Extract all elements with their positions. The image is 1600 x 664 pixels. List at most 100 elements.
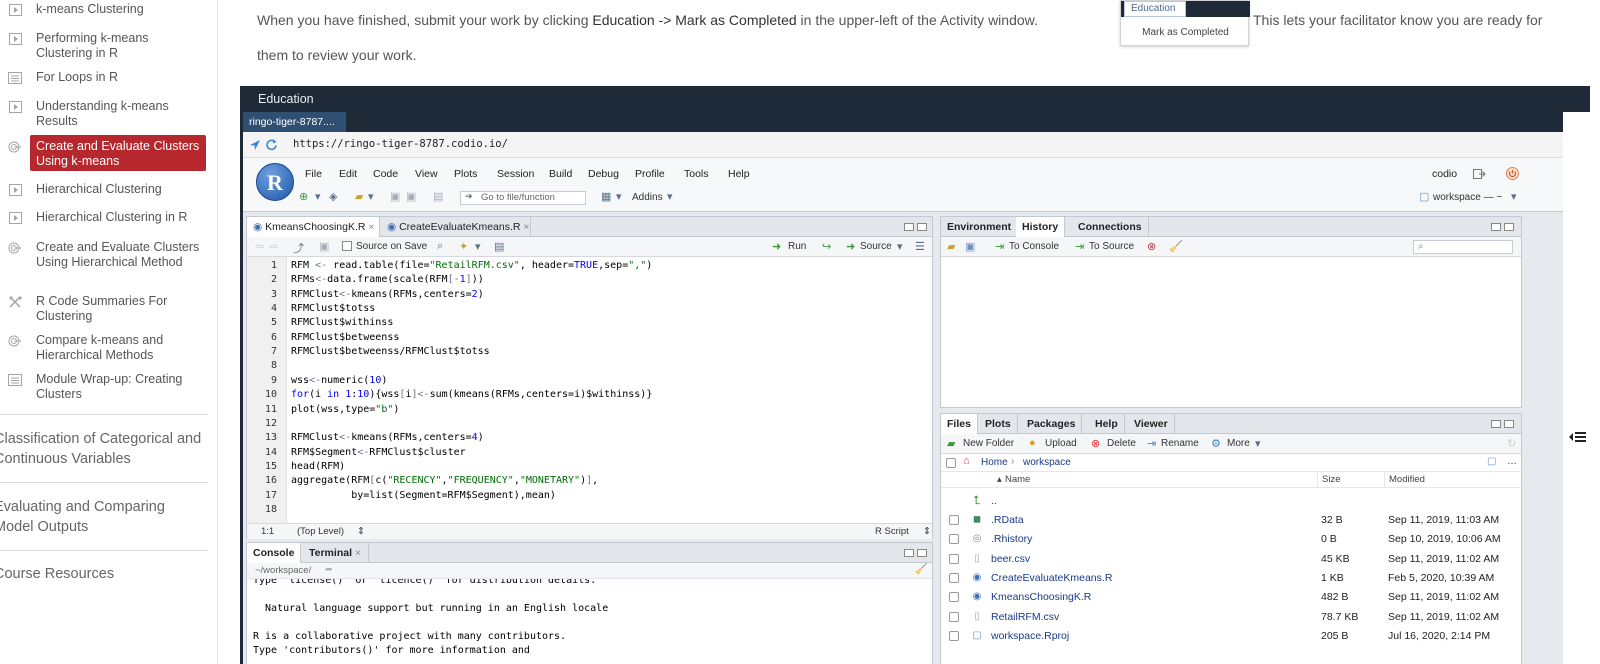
dropdown-caret-icon[interactable]: ▾ (1511, 190, 1517, 203)
go-to-file-input[interactable]: Go to file/function (460, 191, 586, 205)
save-icon[interactable]: ▣ (319, 240, 329, 253)
refresh-icon[interactable] (265, 138, 278, 151)
new-file-icon[interactable]: ⊕ (299, 190, 308, 203)
remove-entry-icon[interactable]: ⊗ (1147, 240, 1156, 253)
more-button[interactable]: More (1227, 438, 1250, 449)
sidebar-item-module-wrapup[interactable]: Module Wrap-up: Creating Clusters (0, 372, 217, 402)
filetype-selector[interactable]: R Script (875, 526, 909, 537)
menu-session[interactable]: Session (497, 168, 534, 180)
maximize-pane-icon[interactable] (1504, 223, 1514, 231)
rename-button[interactable]: Rename (1161, 438, 1199, 449)
tab-plots[interactable]: Plots (979, 414, 1018, 434)
file-checkbox[interactable] (949, 630, 959, 641)
outline-icon[interactable]: ☰ (915, 240, 925, 253)
close-icon[interactable]: × (368, 221, 374, 233)
project-icon[interactable]: ▢ (1487, 456, 1496, 467)
file-checkbox[interactable] (949, 572, 959, 583)
column-size[interactable]: Size (1322, 474, 1340, 485)
breadcrumb-current[interactable]: workspace (1023, 457, 1071, 468)
addins-menu[interactable]: Addins (632, 192, 663, 203)
menu-help[interactable]: Help (728, 168, 750, 180)
file-row[interactable]: ◉ KmeansChoosingK.R 482 B Sep 11, 2019, 11:… (941, 588, 1521, 607)
sidebar-item-for-loops[interactable]: For Loops in R (0, 70, 217, 86)
upload-button[interactable]: Upload (1045, 438, 1077, 449)
show-in-window-icon[interactable]: ⤴ (293, 240, 304, 256)
power-icon[interactable] (1506, 167, 1519, 180)
tab-viewer[interactable]: Viewer (1128, 414, 1175, 434)
file-checkbox[interactable] (949, 611, 959, 622)
source-on-save-checkbox[interactable] (342, 241, 352, 251)
menu-debug[interactable]: Debug (588, 168, 619, 180)
menu-build[interactable]: Build (549, 168, 572, 180)
menu-edit[interactable]: Edit (339, 168, 357, 180)
minimize-pane-icon[interactable] (904, 549, 914, 557)
menu-view[interactable]: View (415, 168, 438, 180)
file-name-link[interactable]: KmeansChoosingK.R (991, 591, 1091, 603)
compile-report-icon[interactable]: ▤ (494, 240, 504, 253)
parent-dir-link[interactable]: .. (991, 495, 997, 507)
sidebar-item-performing-kmeans[interactable]: Performing k-means Clustering in R (0, 31, 217, 61)
minimize-pane-icon[interactable] (904, 223, 914, 231)
tab-packages[interactable]: Packages (1021, 414, 1083, 434)
dropdown-caret-icon[interactable]: ▾ (1255, 437, 1261, 450)
broom-icon[interactable]: 🧹 (1169, 240, 1183, 253)
column-name[interactable]: Name (1005, 474, 1030, 485)
file-row[interactable]: ◉ CreateEvaluateKmeans.R 1 KB Feb 5, 2020, … (941, 569, 1521, 588)
history-search-input[interactable]: ⌕ (1413, 240, 1513, 254)
file-checkbox[interactable] (949, 534, 959, 545)
file-name-link[interactable]: beer.csv (991, 553, 1030, 565)
menu-icon[interactable] (1569, 430, 1587, 444)
back-icon[interactable]: ⇦ (255, 240, 264, 253)
menu-profile[interactable]: Profile (635, 168, 665, 180)
print-icon[interactable]: ▤ (433, 190, 443, 203)
tab-help[interactable]: Help (1089, 414, 1125, 434)
menu-code[interactable]: Code (373, 168, 398, 180)
section-course-resources[interactable]: Course Resources (0, 564, 204, 584)
save-history-icon[interactable]: ▣ (965, 240, 975, 253)
new-project-icon[interactable]: ◈ (329, 190, 337, 203)
maximize-pane-icon[interactable] (1504, 420, 1514, 428)
code-editor[interactable]: 1 2 3 4 5 6 7 8 9 10 11 12 13 14 15 16 17 18 RFM <- read.… (247, 257, 932, 523)
broom-icon[interactable]: 🧹 (915, 564, 927, 575)
file-row[interactable]: ▢ workspace.Rproj 205 B Jul 16, 2020, 2:14 … (941, 627, 1521, 646)
sidebar-item-create-evaluate-kmeans[interactable]: Create and Evaluate Clusters Using k-mea… (0, 135, 217, 171)
sign-out-icon[interactable] (1473, 168, 1486, 180)
section-evaluating[interactable]: Evaluating and Comparing Model Outputs (0, 497, 204, 537)
grid-layout-icon[interactable]: ▦ (601, 190, 611, 203)
navigate-icon[interactable] (249, 139, 261, 151)
forward-icon[interactable]: ⇨ (269, 240, 278, 253)
tab-kmeans-choosing-k[interactable]: ◉ KmeansChoosingK.R × (247, 217, 380, 238)
menu-plots[interactable]: Plots (454, 168, 477, 180)
save-all-icon[interactable]: ▣ (406, 190, 416, 203)
select-all-checkbox[interactable] (946, 458, 956, 468)
minimize-pane-icon[interactable] (1491, 420, 1501, 428)
home-icon[interactable]: ⌂ (963, 455, 970, 467)
url-text[interactable]: https://ringo-tiger-8787.codio.io/ (293, 138, 508, 150)
refresh-icon[interactable]: ↻ (1507, 437, 1516, 450)
side-panel-handle[interactable] (1563, 112, 1590, 664)
maximize-pane-icon[interactable] (917, 549, 927, 557)
sidebar-item-r-code-summaries[interactable]: R Code Summaries For Clustering (0, 294, 217, 324)
file-name-link[interactable]: workspace.Rproj (991, 630, 1069, 642)
console-output[interactable]: Type 'license()' or 'licence()' for dist… (247, 579, 932, 664)
file-row[interactable]: ▯ beer.csv 45 KB Sep 11, 2019, 11:02 AM (941, 550, 1521, 569)
project-menu[interactable]: workspace — ~ (1433, 192, 1502, 203)
save-icon[interactable]: ▣ (390, 190, 400, 203)
file-row[interactable]: ◎ .Rhistory 0 B Sep 10, 2019, 10:06 AM (941, 530, 1521, 549)
rerun-icon[interactable]: ↪ (822, 240, 831, 253)
new-folder-button[interactable]: New Folder (963, 438, 1014, 449)
tab-create-evaluate-kmeans[interactable]: ◉ CreateEvaluateKmeans.R × (381, 217, 531, 237)
dropdown-caret-icon[interactable]: ▾ (368, 190, 374, 203)
scope-selector[interactable]: (Top Level) (297, 526, 344, 537)
file-checkbox[interactable] (949, 592, 959, 603)
file-row[interactable]: ◼ .RData 32 B Sep 11, 2019, 11:03 AM (941, 511, 1521, 530)
sidebar-item-hierarchical-clustering[interactable]: Hierarchical Clustering (0, 182, 217, 198)
open-file-icon[interactable]: ▰ (355, 190, 363, 203)
sidebar-item-hierarchical-clustering-r[interactable]: Hierarchical Clustering in R (0, 210, 217, 226)
file-checkbox[interactable] (949, 515, 959, 525)
file-checkbox[interactable] (949, 553, 959, 564)
close-icon[interactable]: × (523, 221, 529, 233)
file-row[interactable]: ▯ RetailRFM.csv 78.7 KB Sep 11, 2019, 11:02… (941, 608, 1521, 627)
maximize-pane-icon[interactable] (917, 223, 927, 231)
menu-tools[interactable]: Tools (684, 168, 709, 180)
